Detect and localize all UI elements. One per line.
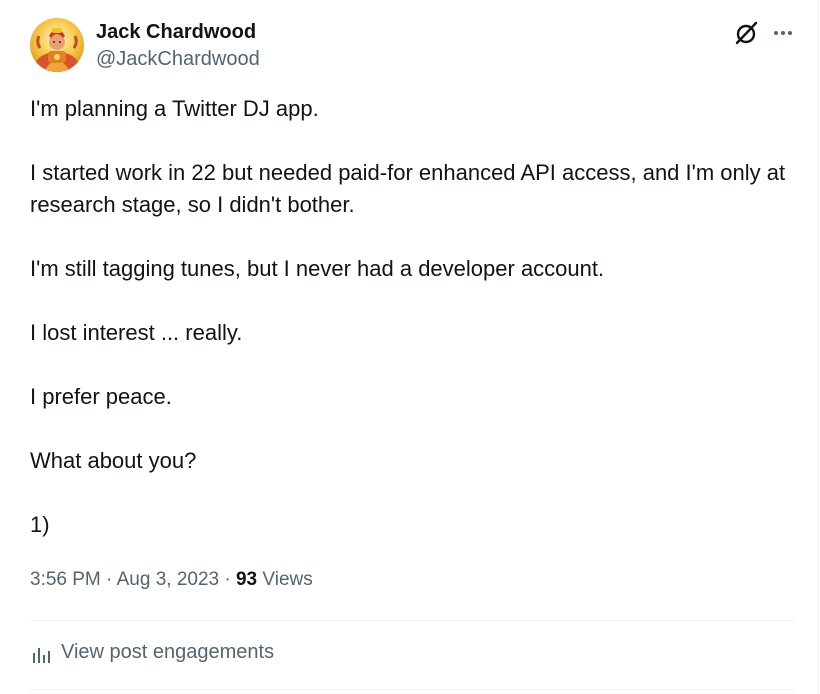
- meta-separator: ·: [106, 569, 113, 590]
- tweet-paragraph: 1): [30, 512, 50, 537]
- tweet-time[interactable]: 3:56 PM: [30, 569, 101, 590]
- views-label: Views: [262, 569, 313, 590]
- author-handle[interactable]: @JackChardwood: [96, 48, 260, 71]
- tweet-paragraph: I'm still tagging tunes, but I never had…: [30, 256, 605, 281]
- more-icon[interactable]: [770, 20, 796, 46]
- analytics-icon: [33, 648, 50, 663]
- tweet-paragraph: What about you?: [30, 448, 197, 473]
- tweet-date[interactable]: Aug 3, 2023: [117, 569, 219, 590]
- view-engagements-label: View post engagements: [61, 641, 275, 663]
- tweet-card: Jack Chardwood @JackChardwood I'm planni…: [0, 0, 819, 694]
- avatar-image: [30, 18, 84, 72]
- tweet-text: I'm planning a Twitter DJ app. I started…: [30, 93, 800, 573]
- divider: [30, 620, 795, 621]
- tweet-paragraph: I started work in 22 but needed paid-for…: [30, 160, 786, 217]
- tweet-meta: 3:56 PM · Aug 3, 2023 · 93 Views: [30, 569, 313, 591]
- tweet-paragraph: I lost interest ... really.: [30, 320, 243, 345]
- tweet-paragraph: I prefer peace.: [30, 384, 172, 409]
- tweet-paragraph: I'm planning a Twitter DJ app.: [30, 96, 319, 121]
- grok-icon[interactable]: [734, 20, 760, 46]
- divider: [30, 689, 795, 690]
- tweet-header: Jack Chardwood @JackChardwood: [30, 18, 800, 74]
- author-name[interactable]: Jack Chardwood: [96, 21, 256, 44]
- meta-separator: ·: [224, 569, 231, 590]
- views-count: 93: [235, 569, 258, 590]
- avatar[interactable]: [30, 18, 84, 72]
